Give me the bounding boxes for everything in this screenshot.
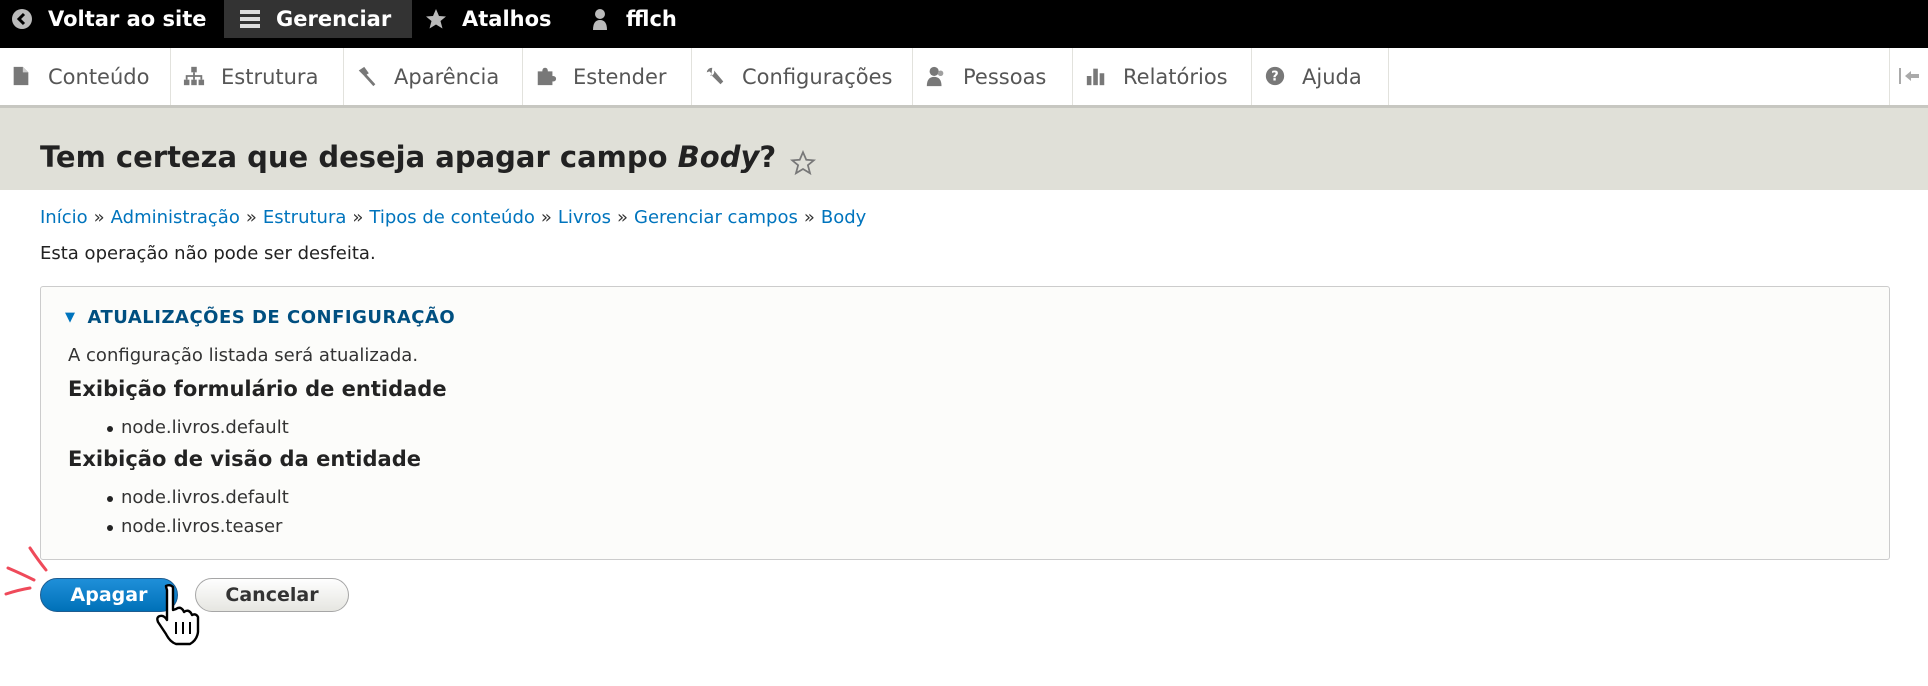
breadcrumb-link[interactable]: Início — [40, 207, 88, 228]
breadcrumb-link[interactable]: Livros — [558, 207, 611, 228]
admin-toolbar: Voltar ao site Gerenciar Atalhos fflch — [0, 0, 1928, 48]
tray-item-label: Ajuda — [1302, 64, 1362, 89]
back-to-site-label: Voltar ao site — [48, 7, 207, 31]
breadcrumb-link[interactable]: Body — [821, 207, 866, 228]
tray-item-structure[interactable]: Estrutura — [171, 48, 344, 105]
breadcrumb-separator: » — [540, 207, 552, 228]
page-title: Tem certeza que deseja apagar campo Body… — [40, 140, 776, 174]
tray-item-label: Conteúdo — [48, 64, 150, 89]
breadcrumb-separator: » — [803, 207, 815, 228]
group-list: node.livros.default — [107, 415, 289, 444]
group-heading: Exibição de visão da entidade — [68, 447, 421, 471]
details-summary[interactable]: ▼ ATUALIZAÇÕES DE CONFIGURAÇÃO — [65, 307, 455, 328]
tray-item-label: Relatórios — [1123, 64, 1228, 89]
breadcrumb: Início» Administração» Estrutura» Tipos de … — [40, 207, 866, 228]
hand-cursor-icon — [156, 584, 200, 646]
shortcuts-tab[interactable]: Atalhos — [424, 0, 552, 38]
details-summary-label: ATUALIZAÇÕES DE CONFIGURAÇÃO — [87, 307, 456, 328]
tray-item-configuration[interactable]: Configurações — [692, 48, 913, 105]
breadcrumb-link[interactable]: Gerenciar campos — [634, 207, 798, 228]
page-header: Tem certeza que deseja apagar campo Body… — [0, 108, 1928, 190]
config-updates-details: ▼ ATUALIZAÇÕES DE CONFIGURAÇÃO A configu… — [40, 286, 1890, 560]
tray-item-label: Pessoas — [963, 64, 1047, 89]
tray-item-label: Aparência — [394, 64, 500, 89]
chevron-circle-left-icon — [10, 7, 34, 31]
tray-orientation-toggle[interactable] — [1889, 48, 1928, 105]
breadcrumb-link[interactable]: Administração — [111, 207, 240, 228]
tray-item-label: Configurações — [742, 64, 893, 89]
star-icon — [424, 7, 448, 31]
cancel-button[interactable]: Cancelar — [195, 578, 349, 612]
page-title-suffix: ? — [759, 140, 777, 174]
bar-chart-icon — [1085, 65, 1109, 89]
puzzle-icon — [535, 65, 559, 89]
admin-tray: Conteúdo Estrutura Aparência Estender Co… — [0, 48, 1928, 108]
user-icon — [588, 7, 612, 31]
tray-item-help[interactable]: ? Ajuda — [1252, 48, 1389, 105]
sitemap-icon — [183, 65, 207, 89]
breadcrumb-separator: » — [245, 207, 257, 228]
user-tab[interactable]: fflch — [588, 0, 677, 38]
breadcrumb-separator: » — [93, 207, 105, 228]
caret-down-icon: ▼ — [65, 310, 76, 325]
help-icon: ? — [1264, 65, 1288, 89]
file-icon — [10, 65, 34, 89]
details-description: A configuração listada será atualizada. — [68, 345, 419, 366]
tray-item-content[interactable]: Conteúdo — [0, 48, 171, 105]
list-item: node.livros.default — [107, 415, 289, 444]
tray-item-label: Estender — [573, 64, 667, 89]
manage-label: Gerenciar — [276, 7, 392, 31]
back-to-site-link[interactable]: Voltar ao site — [10, 0, 207, 38]
people-icon — [925, 65, 949, 89]
manage-tab[interactable]: Gerenciar — [224, 0, 412, 38]
group-heading: Exibição formulário de entidade — [68, 377, 447, 401]
collapse-left-icon — [1899, 67, 1919, 84]
paintbrush-icon — [356, 65, 380, 89]
shortcut-star-icon[interactable] — [790, 150, 816, 176]
irreversible-warning: Esta operação não pode ser desfeita. — [40, 243, 376, 264]
shortcuts-label: Atalhos — [462, 7, 552, 31]
svg-text:?: ? — [1271, 69, 1278, 84]
click-indicator-icon — [4, 546, 48, 596]
tray-item-label: Estrutura — [221, 64, 319, 89]
menu-icon — [238, 7, 262, 31]
tray-item-appearance[interactable]: Aparência — [344, 48, 523, 105]
user-label: fflch — [626, 7, 677, 31]
wrench-icon — [704, 65, 728, 89]
breadcrumb-link[interactable]: Estrutura — [263, 207, 347, 228]
tray-item-people[interactable]: Pessoas — [913, 48, 1073, 105]
list-item: node.livros.default — [107, 485, 289, 514]
page-title-prefix: Tem certeza que deseja apagar campo — [40, 140, 678, 174]
list-item: node.livros.teaser — [107, 514, 289, 543]
breadcrumb-link[interactable]: Tipos de conteúdo — [369, 207, 535, 228]
tray-item-reports[interactable]: Relatórios — [1073, 48, 1252, 105]
group-list: node.livros.default node.livros.teaser — [107, 485, 289, 543]
page-title-field: Body — [677, 140, 760, 174]
breadcrumb-separator: » — [616, 207, 628, 228]
tray-item-extend[interactable]: Estender — [523, 48, 692, 105]
breadcrumb-separator: » — [352, 207, 364, 228]
